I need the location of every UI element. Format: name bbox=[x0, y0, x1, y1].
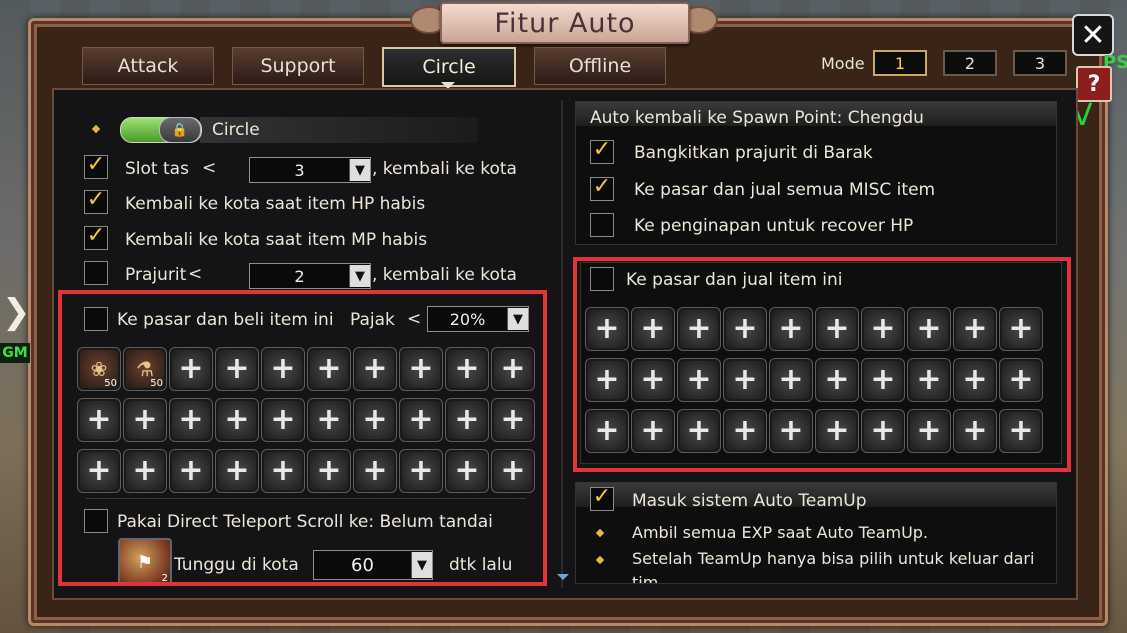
barracks-label: Bangkitkan prajurit di Barak bbox=[634, 143, 873, 163]
barracks-checkbox[interactable]: ✓ bbox=[590, 139, 614, 164]
circle-toggle-label: Circle bbox=[212, 120, 260, 140]
mp-checkbox[interactable]: ✓ bbox=[84, 225, 108, 250]
mode-button-1[interactable]: 1 bbox=[873, 50, 927, 76]
hp-label: Kembali ke kota saat item HP habis bbox=[125, 194, 426, 214]
soldier-operator: < bbox=[188, 264, 203, 284]
sell-section-highlight bbox=[573, 257, 1071, 472]
spawn-header: Auto kembali ke Spawn Point: Chengdu bbox=[590, 108, 924, 128]
close-icon: ✕ bbox=[1080, 17, 1106, 53]
inn-checkbox[interactable] bbox=[590, 213, 614, 237]
dropdown-arrow-icon[interactable]: ▼ bbox=[349, 265, 370, 287]
mp-label: Kembali ke kota saat item MP habis bbox=[125, 230, 428, 250]
teamup-note-3: tim bbox=[632, 573, 659, 583]
soldier-suffix: , kembali ke kota bbox=[372, 265, 517, 285]
column-divider bbox=[561, 100, 563, 588]
help-button[interactable]: ? bbox=[1076, 66, 1112, 102]
slot-suffix: , kembali ke kota bbox=[372, 159, 517, 179]
soldier-dropdown-value: 2 bbox=[294, 266, 305, 286]
tab-offline[interactable]: Offline bbox=[534, 47, 666, 85]
inn-label: Ke penginapan untuk recover HP bbox=[634, 216, 914, 236]
window-title: Fitur Auto bbox=[440, 2, 690, 44]
slot-operator: < bbox=[202, 158, 217, 178]
close-button[interactable]: ✕ bbox=[1072, 14, 1114, 56]
slot-label: Slot tas bbox=[125, 159, 189, 179]
scroll-down-indicator[interactable] bbox=[557, 574, 569, 580]
buy-section-highlight bbox=[58, 290, 547, 586]
side-expand-arrow-icon[interactable]: ❯ bbox=[2, 292, 31, 332]
sell-misc-label: Ke pasar dan jual semua MISC item bbox=[634, 180, 936, 200]
slot-dropdown[interactable]: 3 ▼ bbox=[249, 157, 371, 183]
sell-misc-checkbox[interactable]: ✓ bbox=[590, 176, 614, 201]
soldier-label: Prajurit bbox=[125, 265, 187, 285]
soldier-dropdown[interactable]: 2 ▼ bbox=[249, 263, 371, 289]
teamup-checkbox[interactable]: ✓ bbox=[590, 486, 614, 511]
lock-icon: 🔒 bbox=[159, 117, 201, 143]
teamup-note-1: Ambil semua EXP saat Auto TeamUp. bbox=[632, 523, 929, 542]
tab-circle[interactable]: Circle bbox=[382, 47, 516, 87]
gm-badge[interactable]: GM bbox=[0, 343, 30, 363]
mode-button-3[interactable]: 3 bbox=[1013, 50, 1067, 76]
soldier-checkbox[interactable] bbox=[84, 261, 108, 285]
dropdown-arrow-icon[interactable]: ▼ bbox=[349, 159, 370, 181]
circle-toggle[interactable]: 🔒 bbox=[120, 117, 202, 143]
slot-dropdown-value: 3 bbox=[294, 160, 305, 180]
tab-support[interactable]: Support bbox=[232, 47, 364, 85]
tab-attack[interactable]: Attack bbox=[82, 47, 214, 85]
mode-label: Mode bbox=[821, 54, 865, 73]
help-icon: ? bbox=[1087, 71, 1101, 97]
teamup-note-2: Setelah TeamUp hanya bisa pilih untuk ke… bbox=[632, 549, 1035, 568]
hp-checkbox[interactable]: ✓ bbox=[84, 189, 108, 214]
mode-button-2[interactable]: 2 bbox=[943, 50, 997, 76]
slot-checkbox[interactable]: ✓ bbox=[84, 154, 108, 179]
teamup-label: Masuk sistem Auto TeamUp bbox=[632, 491, 867, 511]
